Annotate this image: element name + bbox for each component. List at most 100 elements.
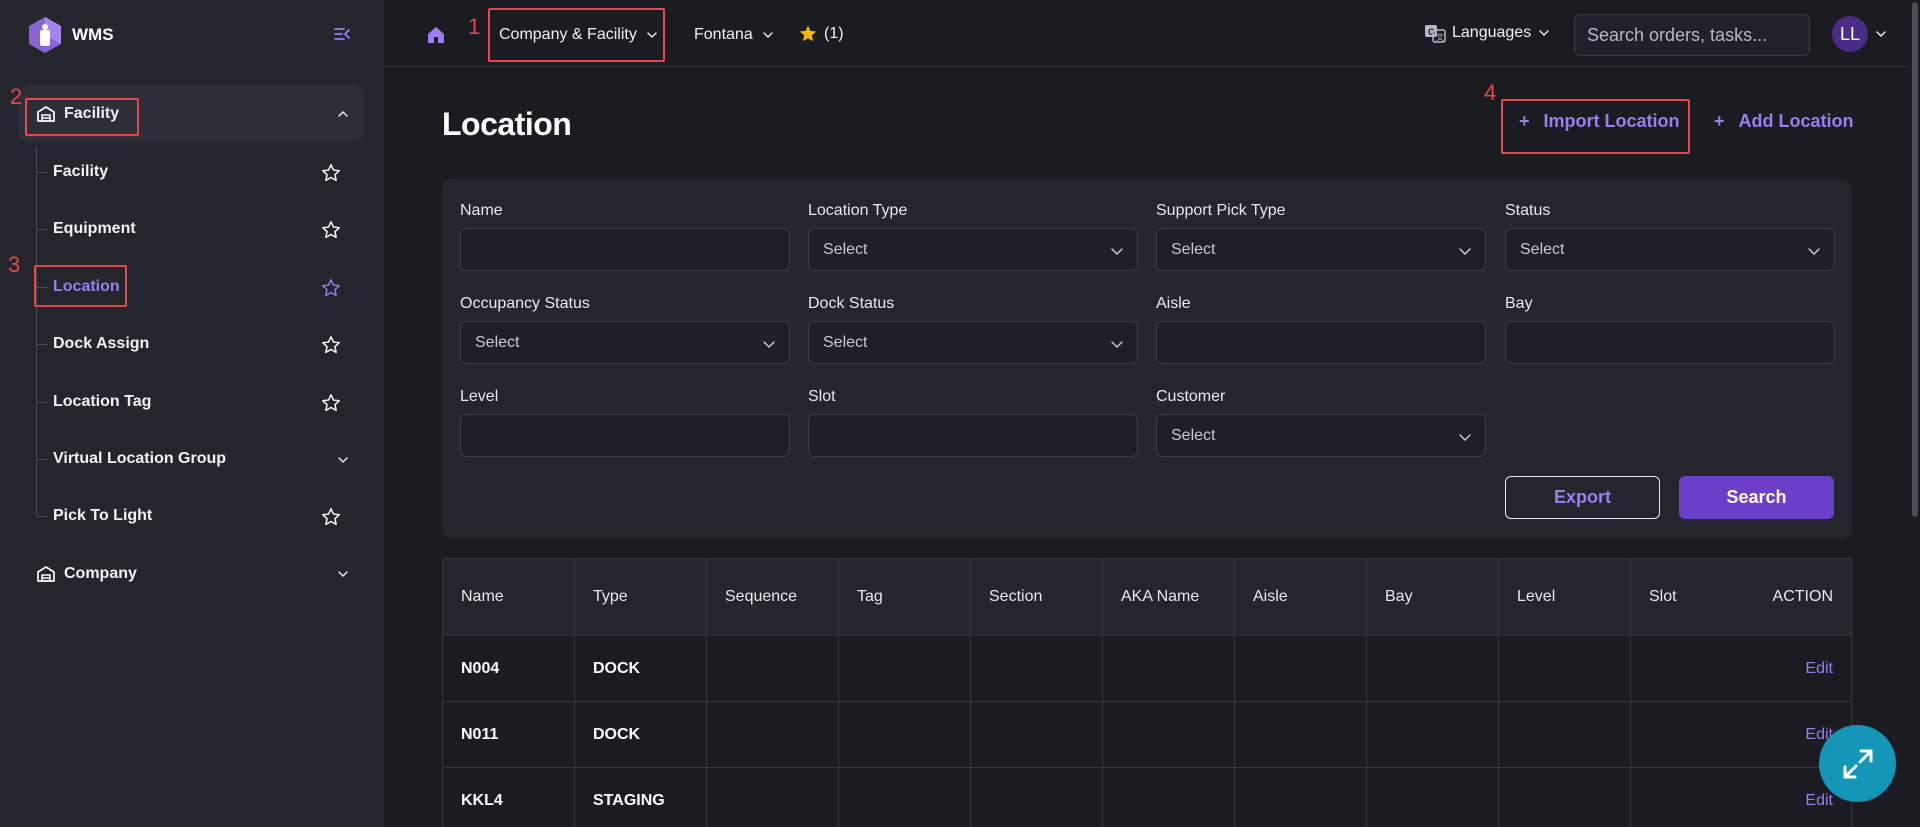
column-header[interactable]: Bay <box>1367 559 1499 635</box>
star-icon[interactable] <box>320 392 342 414</box>
favorites-button[interactable]: (1) <box>798 24 844 44</box>
cell-bay <box>1367 768 1499 827</box>
star-icon[interactable] <box>320 219 342 241</box>
cell-type: DOCK <box>575 702 707 767</box>
star-filled-icon <box>799 25 817 42</box>
languages-dropdown[interactable]: G 文 Languages <box>1424 22 1551 44</box>
import-location-button[interactable]: + Import Location <box>1519 111 1680 132</box>
scrollbar-thumb[interactable] <box>1912 2 1918 517</box>
chevron-down-icon[interactable] <box>336 567 350 581</box>
sidebar-item-location[interactable]: Location <box>36 267 364 307</box>
cell-aka-name <box>1103 636 1235 701</box>
home-icon[interactable] <box>426 25 446 45</box>
cell-level <box>1499 702 1631 767</box>
cell-sequence <box>707 702 839 767</box>
annotation-number: 1 <box>468 14 481 39</box>
column-header[interactable]: Aisle <box>1235 559 1367 635</box>
import-location-label: Import Location <box>1543 111 1680 131</box>
sidebar-item-pick-to-light[interactable]: Pick To Light <box>36 496 364 536</box>
edit-link[interactable]: Edit <box>1805 660 1833 678</box>
slot-input[interactable] <box>808 414 1138 457</box>
filter-label-slot: Slot <box>808 388 836 405</box>
sidebar-item-label: Location Tag <box>53 393 152 410</box>
column-header[interactable]: Level <box>1499 559 1631 635</box>
column-header[interactable]: AKA Name <box>1103 559 1235 635</box>
add-location-button[interactable]: + Add Location <box>1714 111 1854 132</box>
add-location-label: Add Location <box>1738 111 1854 131</box>
star-icon[interactable] <box>320 506 342 528</box>
collapse-sidebar-icon[interactable] <box>332 24 352 44</box>
global-search-input[interactable] <box>1574 14 1810 56</box>
column-header[interactable]: Slot <box>1631 559 1731 635</box>
app-logo[interactable]: WMS <box>28 16 114 54</box>
chevron-down-icon <box>1111 248 1123 256</box>
sidebar-item-equipment[interactable]: Equipment <box>36 209 364 249</box>
export-button[interactable]: Export <box>1505 476 1660 519</box>
chevron-down-icon[interactable] <box>336 453 350 467</box>
sidebar-item-location-tag[interactable]: Location Tag <box>36 382 364 422</box>
customer-select[interactable]: Select <box>1156 414 1486 457</box>
column-header[interactable]: Name <box>443 559 575 635</box>
favorites-count: (1) <box>824 25 844 42</box>
cell-name: N011 <box>443 702 575 767</box>
cell-action: Edit <box>1731 636 1851 701</box>
page-scrollbar[interactable] <box>1910 0 1920 827</box>
table-row: KKL4 STAGING Edit <box>443 768 1851 827</box>
sidebar-group-facility[interactable]: Facility <box>18 85 364 143</box>
user-menu[interactable]: LL <box>1832 16 1888 52</box>
wms-logo-icon <box>29 17 61 53</box>
table-row: N011 DOCK Edit <box>443 702 1851 768</box>
sidebar-item-facility[interactable]: Facility <box>36 152 364 192</box>
status-select[interactable]: Select <box>1505 228 1835 271</box>
location-type-select[interactable]: Select <box>808 228 1138 271</box>
cell-sequence <box>707 636 839 701</box>
expand-fab-button[interactable] <box>1819 725 1896 802</box>
sidebar-item-label: Equipment <box>53 220 136 237</box>
cell-name: N004 <box>443 636 575 701</box>
annotation-number: 3 <box>8 252 21 277</box>
sidebar-item-label: Pick To Light <box>53 507 153 524</box>
search-button[interactable]: Search <box>1679 476 1834 519</box>
column-header[interactable]: Tag <box>839 559 971 635</box>
cell-aka-name <box>1103 702 1235 767</box>
support-pick-type-select[interactable]: Select <box>1156 228 1486 271</box>
name-input[interactable] <box>460 228 790 271</box>
avatar: LL <box>1832 16 1868 52</box>
cell-slot <box>1631 702 1731 767</box>
cell-name: KKL4 <box>443 768 575 827</box>
occupancy-status-select[interactable]: Select <box>460 321 790 364</box>
cell-aka-name <box>1103 768 1235 827</box>
svg-text:文: 文 <box>1436 32 1444 42</box>
dock-status-select[interactable]: Select <box>808 321 1138 364</box>
sidebar-group-company[interactable]: Company <box>18 545 364 603</box>
star-icon[interactable] <box>320 162 342 184</box>
filter-label-aisle: Aisle <box>1156 295 1191 312</box>
aisle-input[interactable] <box>1156 321 1486 364</box>
column-header[interactable]: Section <box>971 559 1103 635</box>
bay-input[interactable] <box>1505 321 1835 364</box>
cell-type: STAGING <box>575 768 707 827</box>
facility-dropdown[interactable]: Fontana <box>694 18 775 52</box>
chevron-down-icon <box>1876 31 1886 38</box>
page-title: Location <box>442 106 572 142</box>
chevron-down-icon <box>1459 248 1471 256</box>
cell-slot <box>1631 768 1731 827</box>
company-facility-dropdown[interactable]: Company & Facility <box>499 18 659 52</box>
sidebar-item-virtual-location-group[interactable]: Virtual Location Group <box>36 439 364 479</box>
cell-aisle <box>1235 702 1367 767</box>
column-header[interactable]: Type <box>575 559 707 635</box>
facility-name: Fontana <box>694 26 753 43</box>
annotation-number: 4 <box>1484 80 1497 105</box>
level-input[interactable] <box>460 414 790 457</box>
edit-link[interactable]: Edit <box>1805 792 1833 810</box>
cell-aisle <box>1235 636 1367 701</box>
star-icon[interactable] <box>320 334 342 356</box>
star-icon[interactable] <box>320 277 342 299</box>
chevron-up-icon[interactable] <box>336 107 350 121</box>
sidebar-item-dock-assign[interactable]: Dock Assign <box>36 324 364 364</box>
table-header: Name Type Sequence Tag Section AKA Name … <box>443 559 1851 636</box>
filter-label-name: Name <box>460 202 503 219</box>
column-header[interactable]: Sequence <box>707 559 839 635</box>
filter-label-location-type: Location Type <box>808 202 908 219</box>
company-facility-label: Company & Facility <box>499 26 637 43</box>
